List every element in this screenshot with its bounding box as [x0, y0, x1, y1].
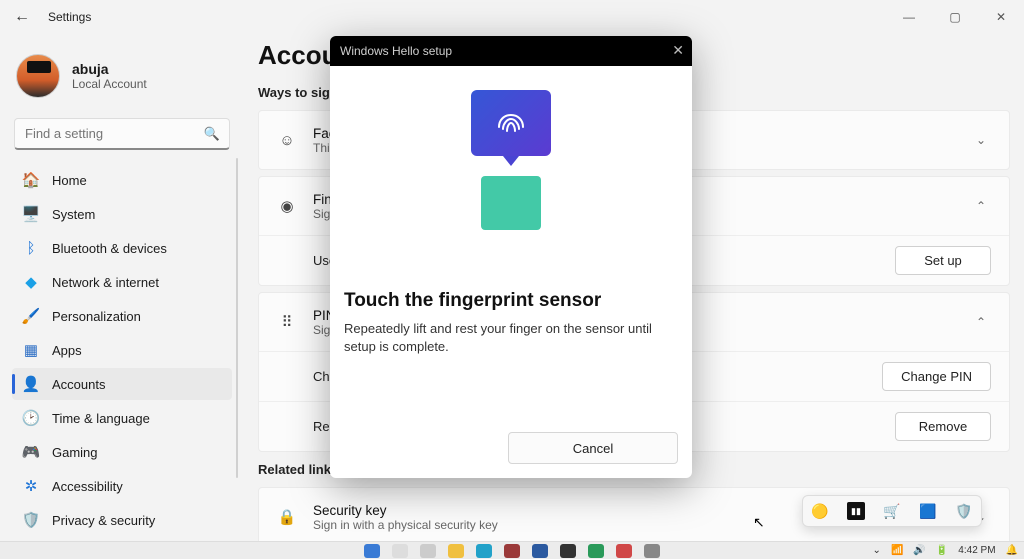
minimize-button[interactable]: —	[886, 0, 932, 34]
nav-label: Accessibility	[52, 479, 123, 494]
titlebar: ← Settings — ▢ ✕	[0, 0, 1024, 34]
chevron-up-icon: ⌃	[971, 199, 991, 213]
gamepad-icon: 🎮	[22, 443, 40, 461]
app-icon[interactable]	[588, 544, 604, 558]
back-button[interactable]: ←	[10, 5, 34, 29]
dialog-title: Windows Hello setup	[340, 44, 452, 58]
sidebar-scrollbar[interactable]	[236, 158, 238, 478]
taskview-icon[interactable]	[420, 544, 436, 558]
nav-time[interactable]: 🕑 Time & language	[12, 402, 232, 434]
app-icon[interactable]	[644, 544, 660, 558]
nav-accessibility[interactable]: ✲ Accessibility	[12, 470, 232, 502]
close-button[interactable]: ✕	[978, 0, 1024, 34]
chevron-down-icon: ⌄	[971, 133, 991, 147]
brush-icon: 🖌️	[22, 307, 40, 325]
security-icon[interactable]: 🛡️	[955, 502, 973, 520]
equalizer-icon[interactable]: ▮▮	[847, 502, 865, 520]
shield-icon: 🛡️	[22, 511, 40, 529]
wifi-icon[interactable]: 📶	[891, 545, 903, 556]
nav-label: Privacy & security	[52, 513, 155, 528]
start-icon[interactable]	[364, 544, 380, 558]
person-icon: 👤	[22, 375, 40, 393]
nav-accounts[interactable]: 👤 Accounts	[12, 368, 232, 400]
change-pin-button[interactable]: Change PIN	[882, 362, 991, 391]
dialog-titlebar: Windows Hello setup ✕	[330, 36, 692, 66]
nav-label: Gaming	[52, 445, 98, 460]
nav-label: Apps	[52, 343, 82, 358]
nav-label: Bluetooth & devices	[52, 241, 167, 256]
nav-label: Time & language	[52, 411, 150, 426]
bluetooth-icon: ᛒ	[22, 239, 40, 257]
dialog-heading: Touch the fingerprint sensor	[344, 290, 601, 312]
network-icon: ◆	[22, 273, 40, 291]
battery-icon[interactable]: 🔋	[936, 545, 948, 556]
clock-icon: 🕑	[22, 409, 40, 427]
search-icon[interactable]	[392, 544, 408, 558]
nav-label: Personalization	[52, 309, 141, 324]
nav-label: Accounts	[52, 377, 105, 392]
volume-icon[interactable]: 🔊	[913, 545, 925, 556]
search-icon: 🔍	[204, 126, 220, 142]
tray-chevron-icon[interactable]: ⌄	[873, 545, 881, 556]
keypad-icon: ⠿	[277, 313, 297, 331]
dialog-body-text: Repeatedly lift and rest your finger on …	[344, 320, 678, 355]
home-icon: 🏠	[22, 171, 40, 189]
taskbar-center	[364, 544, 660, 558]
nav-bluetooth[interactable]: ᛒ Bluetooth & devices	[12, 232, 232, 264]
nav: 🏠 Home 🖥️ System ᛒ Bluetooth & devices ◆ Net…	[12, 164, 232, 559]
lock-icon: 🔒	[277, 508, 297, 526]
search-input[interactable]	[14, 118, 230, 150]
remove-button[interactable]: Remove	[895, 412, 991, 441]
nav-system[interactable]: 🖥️ System	[12, 198, 232, 230]
chevron-up-icon: ⌃	[971, 315, 991, 329]
window-title: Settings	[48, 10, 91, 24]
nav-network[interactable]: ◆ Network & internet	[12, 266, 232, 298]
tray-overflow-popup[interactable]: 🟡 ▮▮ 🛒 🟦 🛡️	[802, 495, 982, 527]
fingerprint-badge-icon	[471, 90, 551, 156]
search-field[interactable]: 🔍	[14, 118, 230, 150]
nav-privacy[interactable]: 🛡️ Privacy & security	[12, 504, 232, 536]
app-icon[interactable]	[532, 544, 548, 558]
nav-label: Home	[52, 173, 87, 188]
system-icon: 🖥️	[22, 205, 40, 223]
nav-apps[interactable]: ▦ Apps	[12, 334, 232, 366]
setup-button[interactable]: Set up	[895, 246, 991, 275]
edge-icon[interactable]	[476, 544, 492, 558]
user-block[interactable]: abuja Local Account	[12, 48, 232, 112]
user-subtitle: Local Account	[72, 77, 147, 91]
nav-home[interactable]: 🏠 Home	[12, 164, 232, 196]
app-icon[interactable]	[560, 544, 576, 558]
avatar	[16, 54, 60, 98]
sidebar: abuja Local Account 🔍 🏠 Home 🖥️ System ᛒ Bl…	[0, 38, 240, 541]
explorer-icon[interactable]	[448, 544, 464, 558]
dialog-close-button[interactable]: ✕	[672, 42, 684, 59]
nav-gaming[interactable]: 🎮 Gaming	[12, 436, 232, 468]
screen-icon[interactable]: 🟦	[919, 502, 937, 520]
cart-icon[interactable]: 🛒	[883, 502, 901, 520]
fingerprint-icon: ◉	[277, 197, 297, 215]
windows-hello-setup-dialog: Windows Hello setup ✕ Touch the fingerpr…	[330, 36, 692, 478]
app-icon[interactable]	[504, 544, 520, 558]
taskbar-right[interactable]: ⌄ 📶 🔊 🔋 4:42 PM 🔔	[873, 545, 1018, 556]
cancel-button[interactable]: Cancel	[508, 432, 678, 464]
user-name: abuja	[72, 61, 147, 77]
taskbar[interactable]: ⌄ 📶 🔊 🔋 4:42 PM 🔔	[0, 541, 1024, 559]
sensor-graphic	[481, 176, 541, 230]
apps-icon: ▦	[22, 341, 40, 359]
maximize-button[interactable]: ▢	[932, 0, 978, 34]
chrome-icon[interactable]: 🟡	[811, 502, 829, 520]
nav-label: Network & internet	[52, 275, 159, 290]
face-icon: ☺	[277, 132, 297, 149]
app-icon[interactable]	[616, 544, 632, 558]
clock[interactable]: 4:42 PM	[958, 545, 995, 556]
accessibility-icon: ✲	[22, 477, 40, 495]
notifications-icon[interactable]: 🔔	[1006, 545, 1018, 556]
nav-personalization[interactable]: 🖌️ Personalization	[12, 300, 232, 332]
nav-label: System	[52, 207, 95, 222]
